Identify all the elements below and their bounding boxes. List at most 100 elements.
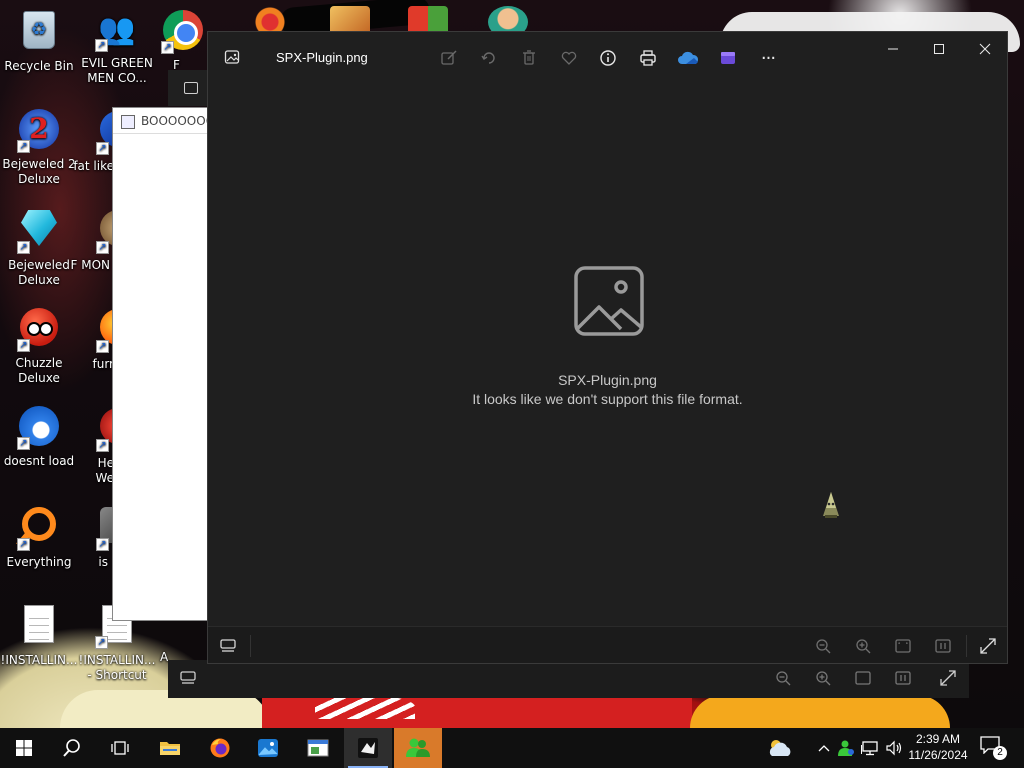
full-screen-button[interactable]	[975, 633, 1001, 659]
toolbar-divider	[250, 635, 251, 657]
filmstrip-button[interactable]	[215, 633, 241, 659]
background-photos-window-titlebar[interactable]	[168, 70, 208, 106]
info-icon	[600, 50, 616, 66]
desktop-icon-furr[interactable]: ↗ furr	[60, 305, 116, 372]
print-button[interactable]	[636, 46, 660, 70]
zoom-out-icon[interactable]	[775, 670, 791, 686]
fit-icon[interactable]	[855, 671, 871, 685]
shortcut-arrow-icon: ↗	[17, 241, 30, 254]
desktop-icon-label: !INSTALLIN...	[0, 653, 78, 667]
shortcut-arrow-icon: ↗	[17, 437, 30, 450]
more-icon: ···	[760, 47, 776, 69]
toolbar-divider	[966, 635, 967, 657]
taskbar-file-explorer[interactable]	[146, 728, 194, 768]
taskbar-photos[interactable]	[244, 728, 292, 768]
image-viewer-area[interactable]: SPX-Plugin.png It looks like we don't su…	[208, 84, 1007, 625]
shortcut-arrow-icon: ↗	[17, 140, 30, 153]
shortcut-arrow-icon: ↗	[96, 241, 109, 254]
maximize-button[interactable]	[916, 32, 962, 66]
background-photos-window-bottombar	[168, 660, 969, 698]
desktop-icon-label: furr	[92, 357, 115, 371]
edit-icon	[441, 50, 457, 65]
actual-size-icon	[935, 639, 951, 653]
maximize-icon	[934, 44, 944, 54]
clipchamp-button[interactable]	[716, 46, 740, 70]
zoom-out-button[interactable]	[810, 633, 836, 659]
notepad-icon	[307, 739, 329, 757]
taskbar-evil-green-men[interactable]	[394, 728, 442, 768]
fit-to-window-button[interactable]	[890, 633, 916, 659]
animated-cursor-icon	[823, 492, 839, 518]
more-button[interactable]: ···	[756, 46, 780, 70]
taskbar: 2:39 AM 11/26/2024 2	[0, 728, 1024, 768]
search-icon	[63, 739, 80, 757]
volume-icon[interactable]	[884, 738, 904, 758]
favorite-button[interactable]	[557, 46, 581, 70]
desktop-icon-f-mon[interactable]: ↗ F MON	[60, 206, 116, 273]
desktop-icon-label: He We	[95, 456, 114, 485]
desktop-icon-installing[interactable]: !INSTALLIN...	[0, 602, 79, 668]
minimize-icon	[888, 48, 898, 50]
notification-center-button[interactable]: 2	[980, 736, 1007, 760]
zoom-in-icon[interactable]	[815, 670, 831, 686]
chevron-up-icon[interactable]	[814, 738, 834, 758]
clock-time: 2:39 AM	[915, 732, 961, 746]
close-icon	[979, 43, 991, 55]
desktop-icon-recycle-bin[interactable]: Recycle Bin	[0, 8, 79, 74]
zoom-in-icon	[856, 639, 871, 654]
taskbar-firefox[interactable]	[196, 728, 244, 768]
photos-titlebar[interactable]: SPX-Plugin.png ···	[208, 32, 1007, 84]
desktop-icon-evil-green-men[interactable]: 👥 ↗ EVIL GREEN MEN CO...	[77, 8, 157, 86]
delete-icon	[523, 50, 535, 65]
folder-icon	[160, 742, 180, 755]
people-tray-icon[interactable]	[836, 738, 856, 758]
task-view-button[interactable]	[96, 728, 144, 768]
shortcut-arrow-icon: ↗	[96, 142, 109, 155]
windows-logo-icon	[16, 740, 32, 756]
desktop-icon-label: EVIL GREEN MEN CO...	[81, 56, 153, 85]
desktop-icon-is[interactable]: ↗ is	[60, 503, 116, 570]
firefox-icon	[210, 738, 230, 758]
filmstrip-icon[interactable]	[180, 671, 196, 685]
expand-icon	[980, 638, 996, 654]
start-button[interactable]	[0, 728, 48, 768]
background-notepad-window[interactable]: BOOOOOOO	[112, 107, 212, 621]
actual-size-button[interactable]	[930, 633, 956, 659]
image-icon	[184, 82, 198, 94]
weather-icon[interactable]	[766, 738, 794, 758]
error-message: It looks like we don't support this file…	[472, 391, 743, 407]
photos-app-icon	[258, 739, 278, 757]
error-file-name: SPX-Plugin.png	[558, 372, 657, 388]
expand-icon[interactable]	[940, 670, 956, 686]
desktop-icon-label: F MON	[70, 258, 111, 272]
actual-size-icon[interactable]	[895, 671, 911, 685]
info-button[interactable]	[596, 46, 620, 70]
onedrive-button[interactable]	[676, 46, 700, 70]
shortcut-arrow-icon: ↗	[96, 538, 109, 551]
close-button[interactable]	[962, 32, 1008, 66]
edit-button[interactable]	[437, 46, 461, 70]
taskbar-active-app[interactable]	[344, 728, 392, 768]
document-icon	[24, 605, 54, 643]
recycle-bin-icon	[23, 11, 55, 49]
notepad-title: BOOOOOOO	[113, 108, 211, 134]
taskbar-notepad[interactable]	[294, 728, 342, 768]
desktop-icon-fat-like[interactable]: ↗ fat like	[60, 107, 116, 174]
unsupported-image-icon	[574, 266, 644, 336]
zoom-in-button[interactable]	[850, 633, 876, 659]
desktop-icon-label: is	[98, 555, 108, 569]
wallpaper-striped-shape	[315, 695, 415, 719]
file-title: SPX-Plugin.png	[276, 50, 368, 65]
network-icon[interactable]	[860, 738, 880, 758]
zoom-out-icon	[816, 639, 831, 654]
magnifier-icon	[22, 507, 56, 541]
minimize-button[interactable]	[870, 32, 916, 66]
system-clock[interactable]: 2:39 AM 11/26/2024	[902, 731, 974, 763]
rotate-button[interactable]	[477, 46, 501, 70]
search-button[interactable]	[48, 728, 96, 768]
rotate-icon	[481, 52, 495, 64]
desktop-icon-he-we[interactable]: ↗ He We	[60, 404, 116, 486]
desktop-icon-chrome[interactable]: ↗ F	[155, 8, 211, 73]
shortcut-arrow-icon: ↗	[96, 439, 109, 452]
delete-button[interactable]	[517, 46, 541, 70]
